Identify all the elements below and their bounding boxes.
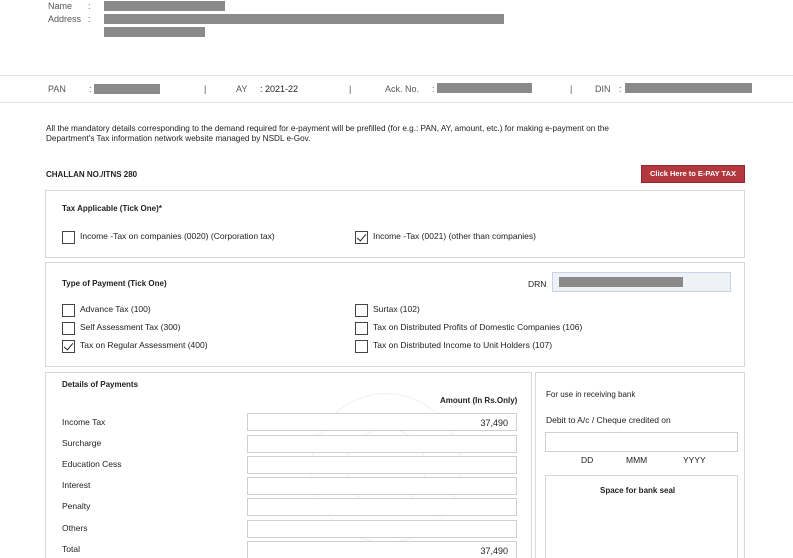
checkbox-regular-assessment[interactable] <box>62 340 75 353</box>
total-amount-field[interactable]: 37,490 <box>247 541 517 558</box>
din-redacted <box>625 83 752 93</box>
drn-label: DRN <box>528 279 547 289</box>
details-title: Details of Payments <box>62 380 139 389</box>
tax-applicable-section: Tax Applicable (Tick One)* Income -Tax o… <box>45 190 745 258</box>
drn-redacted <box>559 277 683 287</box>
surcharge-amount-field[interactable] <box>247 435 517 453</box>
yyyy-label: YYYY <box>683 455 706 465</box>
address-redacted-line2 <box>104 27 205 37</box>
name-redacted <box>104 1 225 11</box>
checkbox-self-assessment[interactable] <box>62 322 75 335</box>
payment-type-title: Type of Payment (Tick One) <box>62 279 167 288</box>
bank-seal-area: Space for bank seal <box>545 475 738 558</box>
ack-redacted <box>437 83 532 93</box>
intro-text-line1: All the mandatory details corresponding … <box>46 124 609 133</box>
ack-label: Ack. No. <box>385 84 420 94</box>
label-distributed-profits: Tax on Distributed Profits of Domestic C… <box>373 322 583 332</box>
separator-2: | <box>349 84 352 94</box>
checkbox-surtax[interactable] <box>355 304 368 317</box>
total-amount-value: 37,490 <box>480 546 508 556</box>
checkbox-distributed-income[interactable] <box>355 340 368 353</box>
bank-seal-label: Space for bank seal <box>600 486 676 495</box>
label-corporation-tax: Income -Tax on companies (0020) (Corpora… <box>80 231 275 241</box>
pan-label: PAN <box>48 84 66 94</box>
debit-label: Debit to A/c / Cheque credited on <box>546 415 671 425</box>
row-others-label: Others <box>62 523 88 533</box>
row-penalty-label: Penalty <box>62 501 91 511</box>
checkbox-distributed-profits[interactable] <box>355 322 368 335</box>
row-surcharge-label: Surcharge <box>62 438 102 448</box>
debit-date-field[interactable] <box>545 432 738 452</box>
income-tax-amount-value: 37,490 <box>480 418 508 428</box>
pan-colon: : <box>89 84 92 94</box>
separator-3: | <box>570 84 573 94</box>
label-distributed-income: Tax on Distributed Income to Unit Holder… <box>373 340 553 350</box>
payment-type-section: Type of Payment (Tick One) DRN Advance T… <box>45 262 745 367</box>
education-cess-amount-field[interactable] <box>247 456 517 474</box>
bank-title: For use in receiving bank <box>546 390 636 399</box>
pan-redacted <box>94 84 160 94</box>
name-label: Name <box>48 1 73 11</box>
address-label: Address <box>48 14 82 24</box>
intro-text-line2: Department's Tax information network web… <box>46 134 311 143</box>
epay-tax-button[interactable]: Click Here to E-PAY TAX <box>641 165 745 183</box>
row-income-tax-label: Income Tax <box>62 417 106 427</box>
dd-label: DD <box>581 455 594 465</box>
row-total-label: Total <box>62 544 80 554</box>
bank-use-section: For use in receiving bank Debit to A/c /… <box>535 372 745 558</box>
others-amount-field[interactable] <box>247 520 517 538</box>
separator-1: | <box>204 84 207 94</box>
name-colon: : <box>88 1 91 11</box>
challan-title: CHALLAN NO./ITNS 280 <box>46 170 138 179</box>
ay-label: AY <box>236 84 248 94</box>
label-income-tax: Income -Tax (0021) (other than companies… <box>373 231 536 241</box>
tax-applicable-title: Tax Applicable (Tick One)* <box>62 204 162 213</box>
mmm-label: MMM <box>626 455 648 465</box>
label-regular-assessment: Tax on Regular Assessment (400) <box>80 340 208 350</box>
interest-amount-field[interactable] <box>247 477 517 495</box>
pan-info-bar: PAN : | AY : 2021-22 | Ack. No. : | DIN … <box>0 75 793 103</box>
din-colon: : <box>619 84 622 94</box>
address-colon: : <box>88 14 91 24</box>
drn-field[interactable] <box>552 272 731 292</box>
checkbox-corporation-tax[interactable] <box>62 231 75 244</box>
label-surtax: Surtax (102) <box>373 304 420 314</box>
penalty-amount-field[interactable] <box>247 498 517 516</box>
ack-colon: : <box>432 84 435 94</box>
details-of-payments-section: Details of Payments Amount (In Rs.Only) … <box>45 372 532 558</box>
income-tax-amount-field[interactable]: 37,490 <box>247 413 517 431</box>
checkbox-advance-tax[interactable] <box>62 304 75 317</box>
ay-value: : 2021-22 <box>260 84 299 94</box>
row-education-cess-label: Education Cess <box>62 459 122 469</box>
label-self-assessment: Self Assessment Tax (300) <box>80 322 181 332</box>
row-interest-label: Interest <box>62 480 91 490</box>
din-label: DIN <box>595 84 611 94</box>
label-advance-tax: Advance Tax (100) <box>80 304 151 314</box>
amount-header: Amount (In Rs.Only) <box>440 396 518 405</box>
checkbox-income-tax[interactable] <box>355 231 368 244</box>
address-redacted-line1 <box>104 14 504 24</box>
